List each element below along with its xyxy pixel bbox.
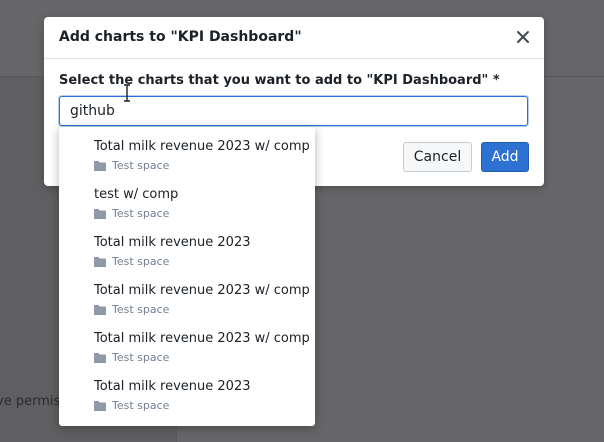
folder-icon: [94, 305, 106, 315]
modal-header: Add charts to "KPI Dashboard": [44, 17, 544, 59]
chart-option[interactable]: Total milk revenue 2023 Test space: [59, 223, 315, 271]
chart-option-space: Test space: [112, 303, 170, 316]
chart-option-title: Total milk revenue 2023 w/ comp: [94, 139, 310, 154]
chart-option[interactable]: Total milk revenue 2023 w/ comp Test spa…: [59, 271, 315, 319]
chart-suggestions-dropdown: Total milk revenue 2023 w/ comp Test spa…: [59, 127, 315, 426]
chart-search-input[interactable]: [59, 96, 528, 126]
folder-icon: [94, 161, 106, 171]
chart-option-space: Test space: [112, 255, 170, 268]
chart-option-title: test w/ comp: [94, 187, 179, 202]
add-button[interactable]: Add: [481, 142, 529, 172]
close-icon[interactable]: [514, 28, 532, 46]
background-permission-text: ve permiss: [0, 394, 68, 409]
cancel-button[interactable]: Cancel: [403, 142, 472, 172]
chart-option-title: Total milk revenue 2023 w/ comp: [94, 283, 310, 298]
chart-option-space: Test space: [112, 351, 170, 364]
folder-icon: [94, 401, 106, 411]
folder-icon: [94, 209, 106, 219]
chart-option-space: Test space: [112, 207, 170, 220]
chart-option-title: Total milk revenue 2023: [94, 379, 251, 394]
page: ve permiss Add charts to "KPI Dashboard"…: [0, 0, 604, 442]
chart-option[interactable]: test w/ comp Test space: [59, 175, 315, 223]
charts-field-label: Select the charts that you want to add t…: [59, 73, 500, 88]
chart-option-space: Test space: [112, 399, 170, 412]
modal-title: Add charts to "KPI Dashboard": [59, 29, 302, 45]
chart-option-space: Test space: [112, 159, 170, 172]
folder-icon: [94, 257, 106, 267]
folder-icon: [94, 353, 106, 363]
chart-option-title: Total milk revenue 2023 w/ comp: [94, 331, 310, 346]
chart-option[interactable]: Total milk revenue 2023 w/ comp Test spa…: [59, 319, 315, 367]
chart-option[interactable]: Total milk revenue 2023 Test space: [59, 367, 315, 415]
chart-option-title: Total milk revenue 2023: [94, 235, 251, 250]
chart-option[interactable]: Total milk revenue 2023 w/ comp Test spa…: [59, 127, 315, 175]
